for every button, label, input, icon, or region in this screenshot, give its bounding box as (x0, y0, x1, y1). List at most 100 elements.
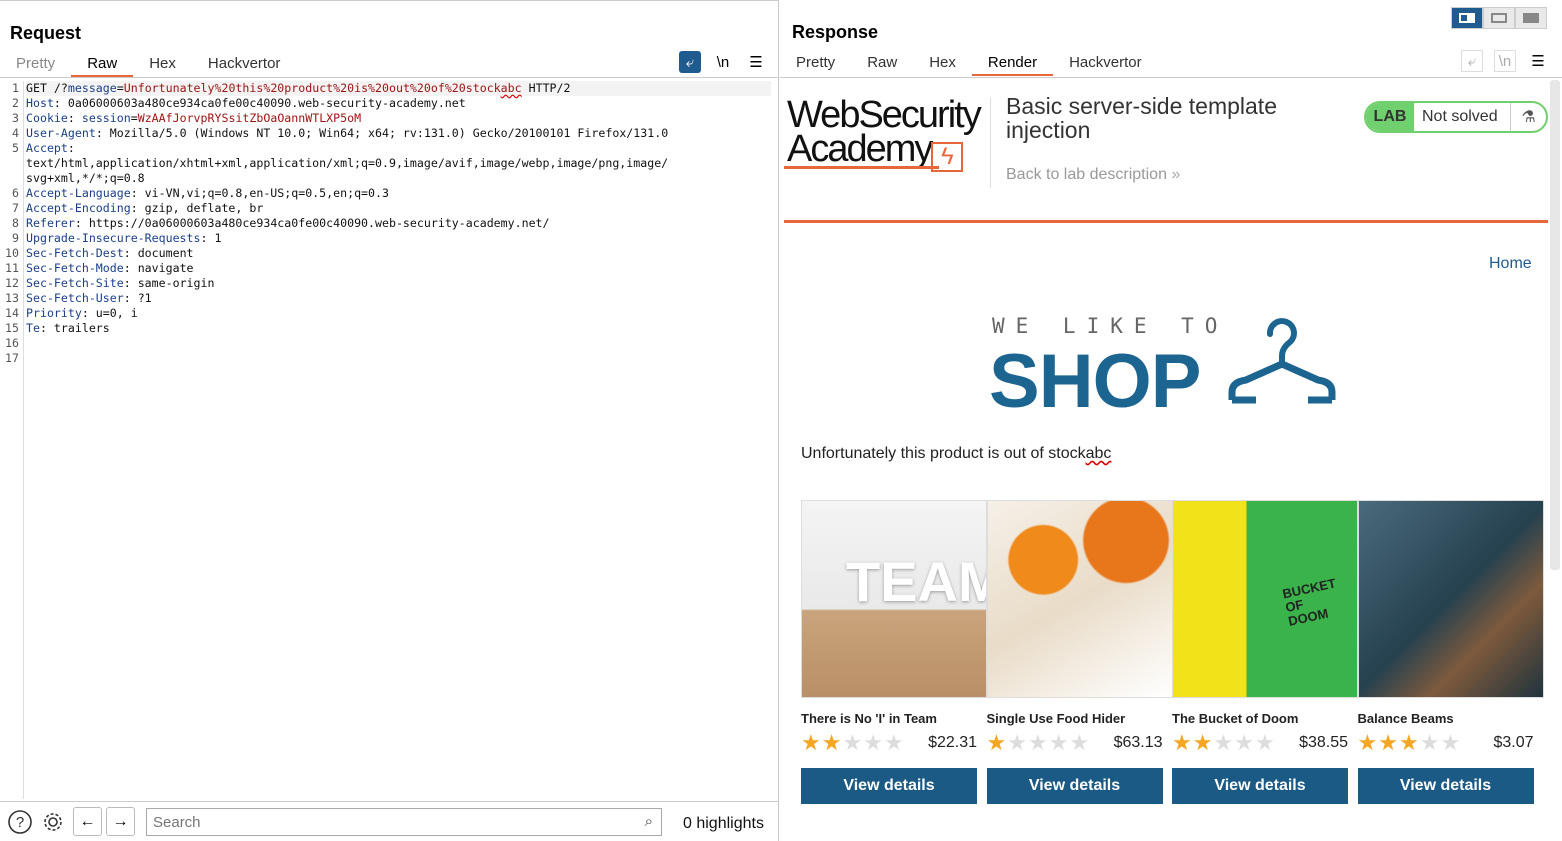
lab-label: LAB (1366, 103, 1414, 131)
line-number: 2 (12, 96, 19, 110)
product-rating: ★★★★★ $63.13 (987, 730, 1173, 755)
request-text[interactable]: GET /?message=Unfortunately%20this%20pro… (26, 81, 771, 366)
line-number: 4 (12, 126, 19, 140)
line-number: 15 (5, 321, 19, 335)
wrap-lines-icon: ⤶ (1461, 50, 1483, 72)
request-line[interactable]: Te: trailers (26, 321, 771, 336)
star-icon: ★ (1378, 730, 1399, 755)
request-line[interactable]: Sec-Fetch-Mode: navigate (26, 261, 771, 276)
request-tabs: Pretty Raw Hex Hackvertor (0, 55, 296, 77)
request-line[interactable]: svg+xml,*/*;q=0.8 (26, 171, 771, 186)
logo-underline (784, 166, 939, 169)
request-line[interactable]: GET /?message=Unfortunately%20this%20pro… (26, 81, 771, 96)
menu-icon[interactable]: ☰ (745, 51, 767, 73)
search-field[interactable]: ⌕ (146, 808, 662, 836)
tab-hackvertor[interactable]: Hackvertor (192, 55, 297, 77)
back-to-lab-link[interactable]: Back to lab description » (1006, 166, 1180, 184)
tab-pretty[interactable]: Pretty (780, 54, 851, 76)
tab-raw[interactable]: Raw (851, 54, 913, 76)
request-line[interactable]: Accept-Encoding: gzip, deflate, br (26, 201, 771, 216)
product-name: There is No 'I' in Team (801, 711, 937, 726)
line-number (0, 156, 19, 171)
line-number: 6 (12, 186, 19, 200)
tab-pretty[interactable]: Pretty (0, 55, 71, 77)
web-security-academy-logo[interactable]: WebSecurity Academy ϟ (787, 94, 987, 172)
shop-logo-text: SHOP (989, 339, 1201, 424)
tab-render[interactable]: Render (971, 54, 1054, 76)
tab-raw[interactable]: Raw (71, 55, 134, 77)
star-icon: ★ (842, 730, 864, 755)
home-link[interactable]: Home (1489, 255, 1532, 273)
help-icon[interactable]: ? (5, 807, 34, 836)
product-card: BUCKET OF DOOM The Bucket of Doom ★★★★★ $38… (1172, 500, 1358, 804)
request-line[interactable]: Sec-Fetch-User: ?1 (26, 291, 771, 306)
product-image-text: TEAM (846, 550, 986, 613)
line-number: 1 (12, 81, 19, 95)
header-divider (990, 98, 991, 188)
wrap-lines-icon[interactable]: ⤶ (679, 51, 701, 73)
request-line[interactable]: text/html,application/xhtml+xml,applicat… (26, 156, 771, 171)
view-details-button[interactable]: View details (1172, 768, 1348, 804)
request-line[interactable]: Host: 0a06000603a480ce934ca0fe00c40090.w… (26, 96, 771, 111)
request-line[interactable] (26, 351, 771, 366)
star-icon: ★ (1254, 730, 1276, 755)
back-arrow-icon[interactable]: ← (73, 807, 102, 836)
star-icon: ★ (883, 730, 905, 755)
request-line[interactable]: Referer: https://0a06000603a480ce934ca0f… (26, 216, 771, 231)
product-card: TEAMThere is No 'I' in Team★★★★★$22.31Vi… (801, 500, 987, 804)
product-image[interactable]: TEAM (801, 500, 987, 698)
product-price: $38.55 (1299, 734, 1348, 751)
layout-side-by-side-button[interactable] (1451, 7, 1483, 29)
layout-toggle (1451, 7, 1547, 29)
double-chevron-right-icon: » (1171, 166, 1181, 183)
tab-hex[interactable]: Hex (913, 54, 972, 76)
product-image[interactable]: BUCKET OF DOOM (1172, 500, 1358, 698)
logo-line-1: WebSecurity (787, 94, 982, 136)
star-icon: ★ (863, 730, 884, 755)
forward-arrow-icon[interactable]: → (106, 807, 135, 836)
menu-icon[interactable]: ☰ (1527, 50, 1549, 72)
product-image[interactable] (1357, 500, 1544, 698)
render-scrollbar[interactable] (1550, 80, 1560, 570)
request-line[interactable]: User-Agent: Mozilla/5.0 (Windows NT 10.0… (26, 126, 771, 141)
product-image[interactable] (986, 500, 1173, 698)
view-details-button[interactable]: View details (801, 768, 977, 804)
star-icon: ★ (801, 730, 822, 755)
request-line[interactable]: Priority: u=0, i (26, 306, 771, 321)
line-number (0, 171, 19, 186)
layout-top-bottom-button[interactable] (1483, 7, 1515, 29)
view-details-button[interactable]: View details (1357, 768, 1534, 804)
request-line[interactable]: Upgrade-Insecure-Requests: 1 (26, 231, 771, 246)
request-line[interactable]: Accept: (26, 141, 771, 156)
request-line[interactable]: Sec-Fetch-Dest: document (26, 246, 771, 261)
star-icon: ★ (1440, 730, 1462, 755)
request-panel: Request Pretty Raw Hex Hackvertor ⤶ \n ☰… (0, 0, 779, 841)
request-line[interactable]: Cookie: session=WzAAfJorvpRYSsitZbOaOann… (26, 111, 771, 126)
star-icon: ★ (1234, 730, 1255, 755)
product-name: Single Use Food Hider (986, 711, 1126, 726)
layout-tabs-button[interactable] (1515, 7, 1547, 29)
request-line[interactable]: Sec-Fetch-Site: same-origin (26, 276, 771, 291)
product-price: $22.31 (928, 734, 977, 751)
request-line[interactable]: Accept-Language: vi-VN,vi;q=0.8,en-US;q=… (26, 186, 771, 201)
tab-hackvertor[interactable]: Hackvertor (1053, 54, 1158, 76)
search-input[interactable] (147, 809, 627, 835)
newline-toggle-button[interactable]: \n (712, 51, 734, 73)
settings-gear-icon[interactable] (38, 807, 67, 836)
line-number: 9 (12, 231, 19, 245)
product-price: $63.13 (1113, 734, 1163, 751)
flask-icon: ⚗ (1510, 103, 1546, 131)
line-numbers: 1 2 3 4 5 6 7 8 9 10 11 12 13 14 15 16 17 (0, 81, 24, 799)
line-number: 7 (12, 201, 19, 215)
line-number: 10 (5, 246, 19, 260)
line-number: 16 (5, 336, 19, 350)
request-editor[interactable]: 1 2 3 4 5 6 7 8 9 10 11 12 13 14 15 16 17 GET /?message=… (0, 81, 778, 799)
view-details-button[interactable]: View details (986, 768, 1163, 804)
request-line[interactable] (26, 336, 771, 351)
shop-tagline: WE LIKE TO (992, 314, 1229, 338)
tab-hex[interactable]: Hex (133, 55, 192, 77)
star-icon: ★ (1419, 730, 1441, 755)
line-number: 14 (5, 306, 19, 320)
product-card: Single Use Food Hider ★★★★★ $63.13 View det… (986, 500, 1173, 804)
burp-repeater-window: Request Pretty Raw Hex Hackvertor ⤶ \n ☰… (0, 0, 1562, 841)
